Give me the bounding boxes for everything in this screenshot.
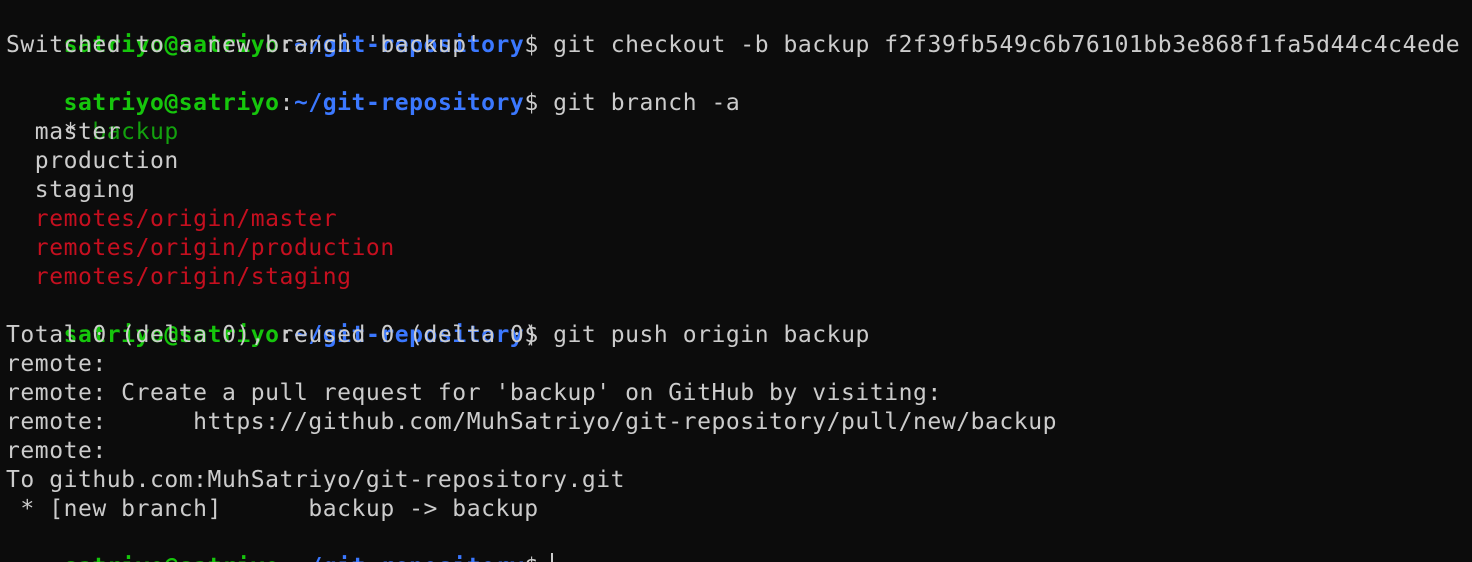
branch-remote-item: remotes/origin/production <box>6 235 395 261</box>
prompt-symbol: $ <box>524 32 539 58</box>
branch-remote-item: remotes/origin/staging <box>6 264 352 290</box>
command-text: git push origin backup <box>538 322 870 348</box>
prompt-path: ~/git-repository <box>294 554 524 562</box>
prompt-line: satriyo@satriyo:~/git-repository$ git ch… <box>6 2 1466 58</box>
prompt-symbol: $ <box>524 90 539 116</box>
branch-local-item: master <box>6 119 122 145</box>
prompt-line: satriyo@satriyo:~/git-repository$ git pu… <box>6 292 1466 348</box>
command-text: git branch -a <box>538 90 741 116</box>
command-text: git checkout -b backup f2f39fb549c6b7610… <box>538 32 1461 58</box>
terminal-window[interactable]: satriyo@satriyo:~/git-repository$ git ch… <box>0 0 1472 562</box>
output-line: To github.com:MuhSatriyo/git-repository.… <box>6 467 626 493</box>
active-prompt-line[interactable]: satriyo@satriyo:~/git-repository$ <box>6 524 1466 562</box>
prompt-user-host: satriyo@satriyo <box>64 554 280 562</box>
prompt-line: satriyo@satriyo:~/git-repository$ git br… <box>6 60 1466 116</box>
output-line: remote: <box>6 351 107 377</box>
output-line: * [new branch] backup -> backup <box>6 496 539 522</box>
prompt-colon: : <box>279 90 294 116</box>
prompt-user-host: satriyo@satriyo <box>63 90 280 116</box>
prompt-symbol: $ <box>524 554 538 562</box>
output-line: remote: <box>6 438 107 464</box>
prompt-path: ~/git-repository <box>293 90 525 116</box>
text-cursor[interactable] <box>550 552 553 562</box>
branch-local-item: production <box>6 148 179 174</box>
prompt-colon: : <box>280 554 294 562</box>
output-line: remote: https://github.com/MuhSatriyo/gi… <box>6 409 1057 435</box>
branch-local-item: staging <box>6 177 136 203</box>
branch-remote-item: remotes/origin/master <box>6 206 338 232</box>
output-line: remote: Create a pull request for 'backu… <box>6 380 942 406</box>
